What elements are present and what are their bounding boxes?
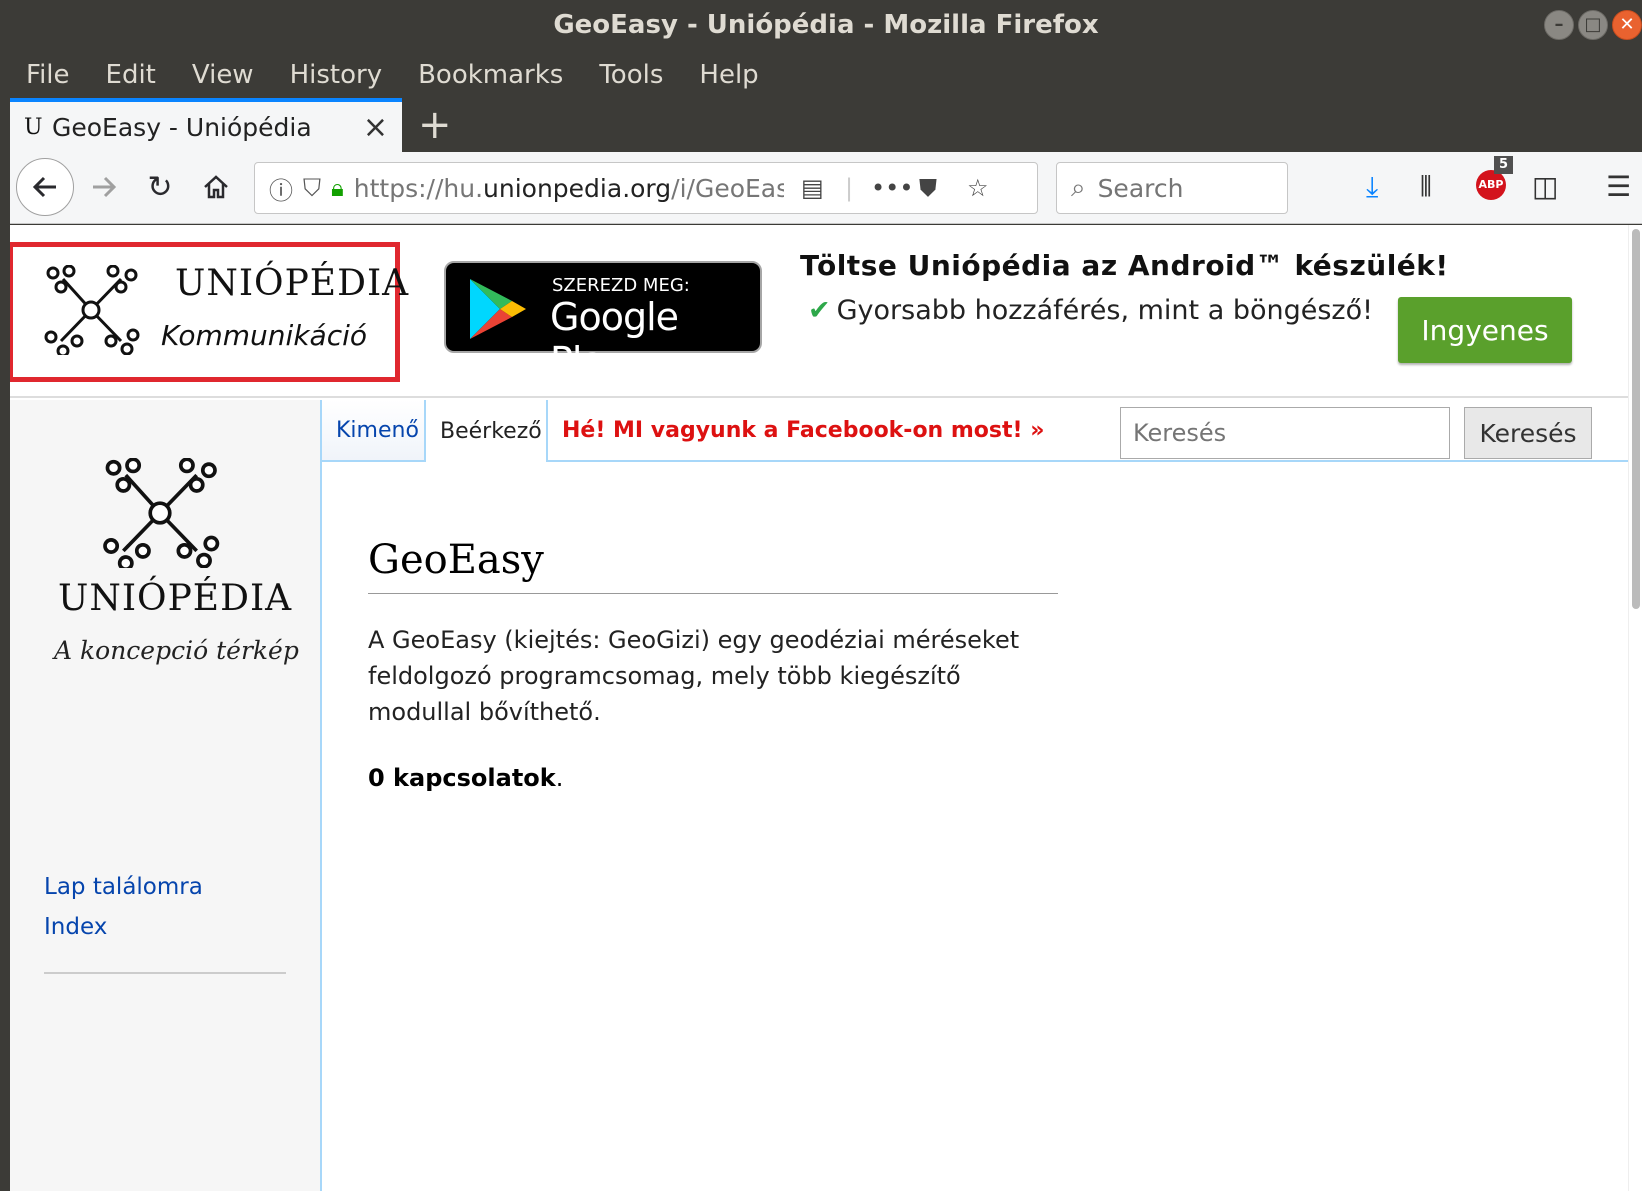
scrollbar-thumb[interactable] <box>1632 229 1640 609</box>
site-search-input[interactable] <box>1120 407 1450 459</box>
brand-name: UNIÓPÉDIA <box>175 263 410 304</box>
url-bar[interactable]: ⓘ ⛉ 🔒︎ https://hu.unionpedia.org/i/GeoEa… <box>254 162 1038 214</box>
menu-view[interactable]: View <box>192 60 254 90</box>
tab-title: GeoEasy - Uniópédia <box>52 112 312 142</box>
url-text[interactable]: https://hu.unionpedia.org/i/GeoEasy <box>354 174 784 203</box>
android-promo-title: Töltse Uniópédia az Android™ készülék! <box>800 249 1449 282</box>
url-divider: | <box>845 174 854 202</box>
pocket-icon[interactable]: ⛊ <box>919 174 937 202</box>
random-page-link[interactable]: Lap találomra <box>44 874 203 900</box>
bookmark-star-icon[interactable]: ☆ <box>967 174 989 202</box>
google-play-caption: SZEREZD MEG: <box>552 275 690 296</box>
forward-button[interactable] <box>84 164 124 210</box>
article: GeoEasy A GeoEasy (kiejtés: GeoGizi) egy… <box>368 537 1058 792</box>
tab-incoming[interactable]: Beérkező <box>424 400 548 462</box>
navigation-toolbar: ↻ ⓘ ⛉ 🔒︎ https://hu.unionpedia.org/i/Geo… <box>10 152 1642 224</box>
adblock-plus-icon[interactable]: ABP 5 <box>1476 156 1514 200</box>
google-play-icon <box>470 279 526 339</box>
sidebar-divider <box>44 972 286 974</box>
browser-tab-active[interactable]: U GeoEasy - Uniópédia × <box>10 98 402 152</box>
browser-search-input[interactable] <box>1097 173 1258 203</box>
site-favicon-icon: U <box>24 114 43 140</box>
article-description: A GeoEasy (kiejtés: GeoGizi) egy geodézi… <box>368 626 1020 726</box>
network-logo-icon <box>103 458 220 568</box>
lock-icon[interactable]: 🔒︎ <box>331 174 344 202</box>
close-window-icon[interactable]: ✕ <box>1612 10 1642 40</box>
window-title: GeoEasy - Uniópédia - Mozilla Firefox <box>553 10 1099 40</box>
index-link[interactable]: Index <box>44 914 107 940</box>
brand-category: Kommunikáció <box>161 319 367 352</box>
top-banner: UNIÓPÉDIA Kommunikáció SZEREZD MEG: Goog… <box>10 225 1628 398</box>
new-tab-icon[interactable]: + <box>418 102 452 148</box>
page-title: GeoEasy <box>368 537 1058 594</box>
network-logo-icon <box>44 265 140 355</box>
arrow-right-icon <box>93 176 117 198</box>
free-download-button[interactable]: Ingyenes <box>1398 297 1572 363</box>
maximize-icon[interactable]: □ <box>1578 10 1608 40</box>
hamburger-menu-icon[interactable]: ☰ <box>1606 170 1631 203</box>
home-button[interactable] <box>196 164 236 210</box>
close-tab-icon[interactable]: × <box>363 110 388 145</box>
left-sidebar: UNIÓPÉDIA A koncepció térkép Lap találom… <box>10 400 320 1191</box>
browser-search-box[interactable]: ⌕ <box>1056 162 1288 214</box>
window-controls: – □ ✕ <box>1544 10 1642 40</box>
tab-outgoing[interactable]: Kimenő <box>320 400 424 462</box>
reader-view-icon[interactable]: ▤ <box>801 174 824 202</box>
page-actions-icon[interactable]: ••• <box>871 174 913 202</box>
unionpedia-logo-highlighted[interactable]: UNIÓPÉDIA Kommunikáció <box>10 242 408 382</box>
vertical-scrollbar[interactable] <box>1628 225 1642 1191</box>
connection-count: 0 kapcsolatok. <box>368 764 564 792</box>
menu-edit[interactable]: Edit <box>106 60 156 90</box>
library-icon[interactable]: ⫴ <box>1420 170 1432 204</box>
google-play-badge[interactable]: SZEREZD MEG: Google Play <box>444 261 762 383</box>
sidebar-brand-name[interactable]: UNIÓPÉDIA <box>58 578 292 619</box>
window-titlebar: GeoEasy - Uniópédia - Mozilla Firefox – … <box>10 0 1642 52</box>
checkmark-icon: ✔ <box>808 295 831 326</box>
sidebar-toggle-icon[interactable]: ◫ <box>1532 170 1558 203</box>
menu-bookmarks[interactable]: Bookmarks <box>418 60 563 90</box>
site-search-button[interactable]: Keresés <box>1464 407 1592 459</box>
downloads-icon[interactable]: ⤓ <box>1366 170 1378 204</box>
menu-tools[interactable]: Tools <box>599 60 663 90</box>
minimize-icon[interactable]: – <box>1544 10 1574 40</box>
shield-icon[interactable]: ⛉ <box>303 174 321 202</box>
android-promo-subtitle: ✔ Gyorsabb hozzáférés, mint a böngésző! <box>808 295 1373 326</box>
reload-icon: ↻ <box>147 169 173 205</box>
facebook-promo-link[interactable]: Hé! MI vagyunk a Facebook-on most! » <box>548 400 1068 462</box>
search-icon: ⌕ <box>1071 172 1086 203</box>
google-play-label: Google Play <box>550 295 679 383</box>
arrow-left-icon <box>32 176 56 198</box>
menu-help[interactable]: Help <box>699 60 758 90</box>
home-icon <box>204 175 228 199</box>
adblock-count-badge: 5 <box>1494 156 1514 174</box>
back-button[interactable] <box>16 158 74 216</box>
tab-bar: U GeoEasy - Uniópédia × + <box>10 98 1642 152</box>
sidebar-tagline: A koncepció térkép <box>54 636 299 665</box>
menu-file[interactable]: File <box>26 60 70 90</box>
content-left-border <box>320 455 322 1191</box>
page-viewport: UNIÓPÉDIA Kommunikáció SZEREZD MEG: Goog… <box>10 225 1642 1191</box>
menu-bar: File Edit View History Bookmarks Tools H… <box>10 52 1642 98</box>
reload-button[interactable]: ↻ <box>140 164 180 210</box>
tabs-underline <box>1068 460 1628 462</box>
menu-history[interactable]: History <box>290 60 383 90</box>
info-icon[interactable]: ⓘ <box>269 171 293 206</box>
